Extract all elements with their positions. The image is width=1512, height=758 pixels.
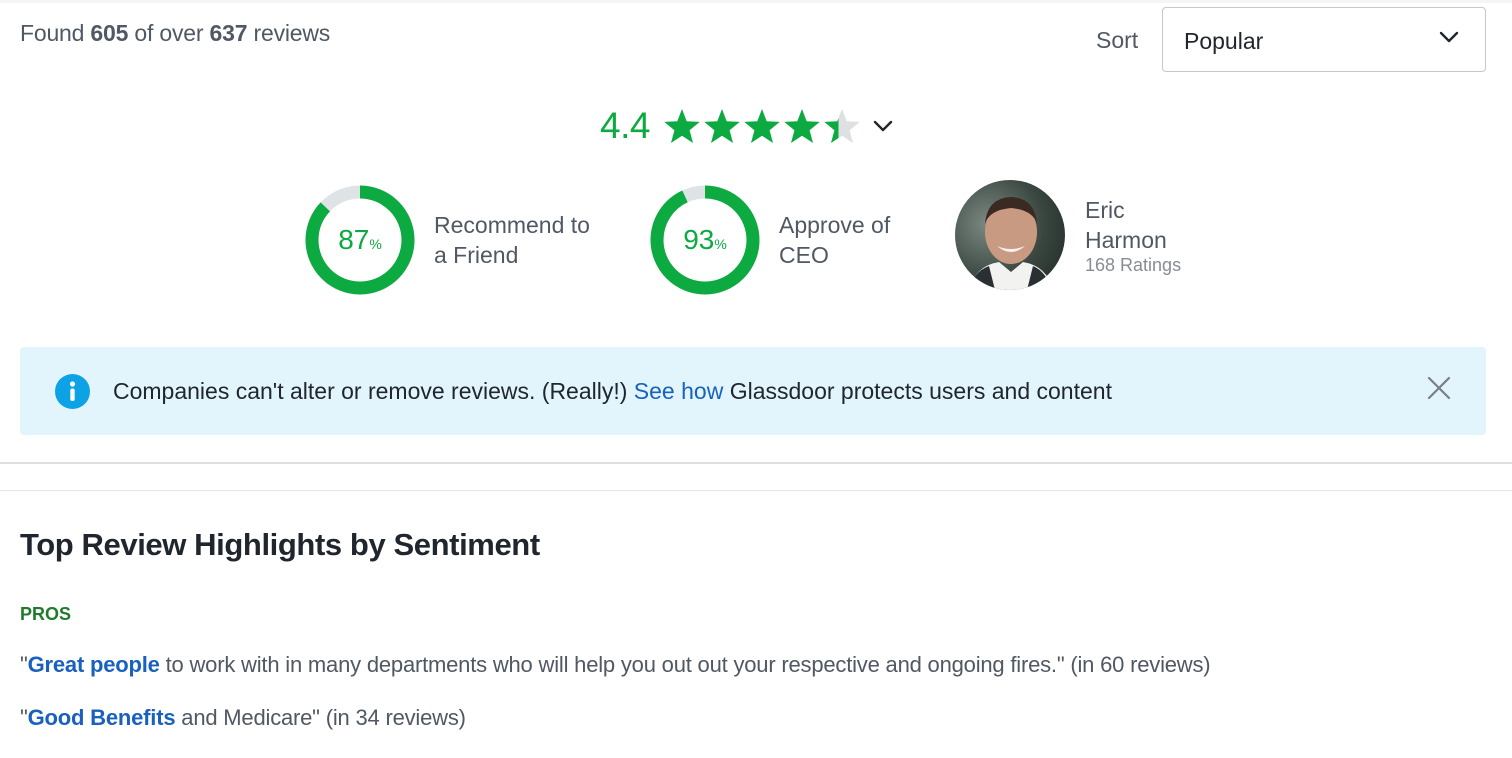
ceo-approval-donut-chart: 93%: [649, 184, 761, 296]
star-full-icon: [664, 109, 700, 143]
section-divider: [0, 490, 1512, 491]
see-how-link[interactable]: See how: [634, 378, 724, 404]
percent-symbol: %: [369, 236, 382, 252]
ceo-info: Eric Harmon 168 Ratings: [1085, 195, 1205, 276]
recommend-caption: Recommend to a Friend: [434, 212, 590, 268]
star-shape: [784, 109, 820, 143]
star-full-icon: [704, 109, 740, 143]
ceo-portrait-icon: [969, 197, 1053, 290]
ceo-approval-percent: 93: [683, 224, 715, 255]
highlight-item: "Great people to work with in many depar…: [20, 652, 1211, 678]
results-suffix: reviews: [253, 20, 331, 46]
rating-expand-chevron-icon[interactable]: [872, 119, 894, 133]
info-icon: [55, 374, 90, 409]
info-text-before: Companies can't alter or remove reviews.…: [113, 378, 634, 404]
found-count: 605: [90, 20, 129, 46]
results-middle: of over: [134, 20, 204, 46]
ceo-approval-caption: Approve of CEO: [779, 212, 891, 268]
total-count: 637: [209, 20, 248, 46]
star-shape: [664, 109, 700, 143]
top-edge: [0, 0, 1512, 3]
info-banner: Companies can't alter or remove reviews.…: [20, 347, 1486, 435]
star-full-icon: [744, 109, 780, 143]
results-count: Found 605 of over 637 reviews: [20, 20, 330, 47]
section-divider: [0, 462, 1512, 464]
rating-value: 4.4: [600, 105, 650, 146]
results-prefix: Found: [20, 20, 85, 46]
percent-symbol: %: [714, 236, 727, 252]
recommend-percent: 87: [338, 224, 370, 255]
recommend-donut-chart: 87%: [304, 184, 416, 296]
highlight-link-good-benefits[interactable]: Good Benefits: [28, 705, 176, 730]
chevron-down-icon: [1439, 31, 1459, 43]
pros-label: PROS: [20, 604, 72, 624]
highlight-item: "Good Benefits and Medicare" (in 34 revi…: [20, 705, 466, 731]
highlights-title: Top Review Highlights by Sentiment: [20, 527, 540, 562]
donut-label: 93%: [649, 184, 761, 296]
info-text-after: Glassdoor protects users and content: [723, 378, 1112, 404]
highlight-text: and Medicare" (in 34 reviews): [175, 705, 466, 730]
info-message: Companies can't alter or remove reviews.…: [113, 378, 1112, 405]
sort-selected-value: Popular: [1184, 28, 1264, 54]
star-shape: [704, 109, 740, 143]
overall-rating: 4.4: [600, 104, 894, 148]
star-shape: [824, 109, 860, 143]
star-rating: [662, 107, 862, 145]
highlight-link-great-people[interactable]: Great people: [28, 652, 160, 677]
recommend-stat: 87% Recommend to a Friend: [304, 184, 594, 296]
open-quote: ": [20, 705, 28, 730]
ceo-approval-stat: 93% Approve of CEO: [649, 184, 939, 296]
open-quote: ": [20, 652, 28, 677]
star-full-icon: [784, 109, 820, 143]
ceo-avatar[interactable]: [955, 180, 1065, 290]
donut-label: 87%: [304, 184, 416, 296]
ceo-name[interactable]: Eric Harmon: [1085, 195, 1205, 255]
sort-dropdown[interactable]: Popular: [1162, 7, 1486, 72]
star-shape: [744, 109, 780, 143]
close-icon[interactable]: [1426, 375, 1452, 401]
star-partial-icon: [824, 109, 860, 143]
ceo-ratings-count: 168 Ratings: [1085, 254, 1182, 275]
highlight-text: to work with in many departments who wil…: [159, 652, 1211, 677]
ceo-card: Eric Harmon 168 Ratings: [955, 180, 1205, 290]
sort-label: Sort: [1096, 27, 1139, 53]
